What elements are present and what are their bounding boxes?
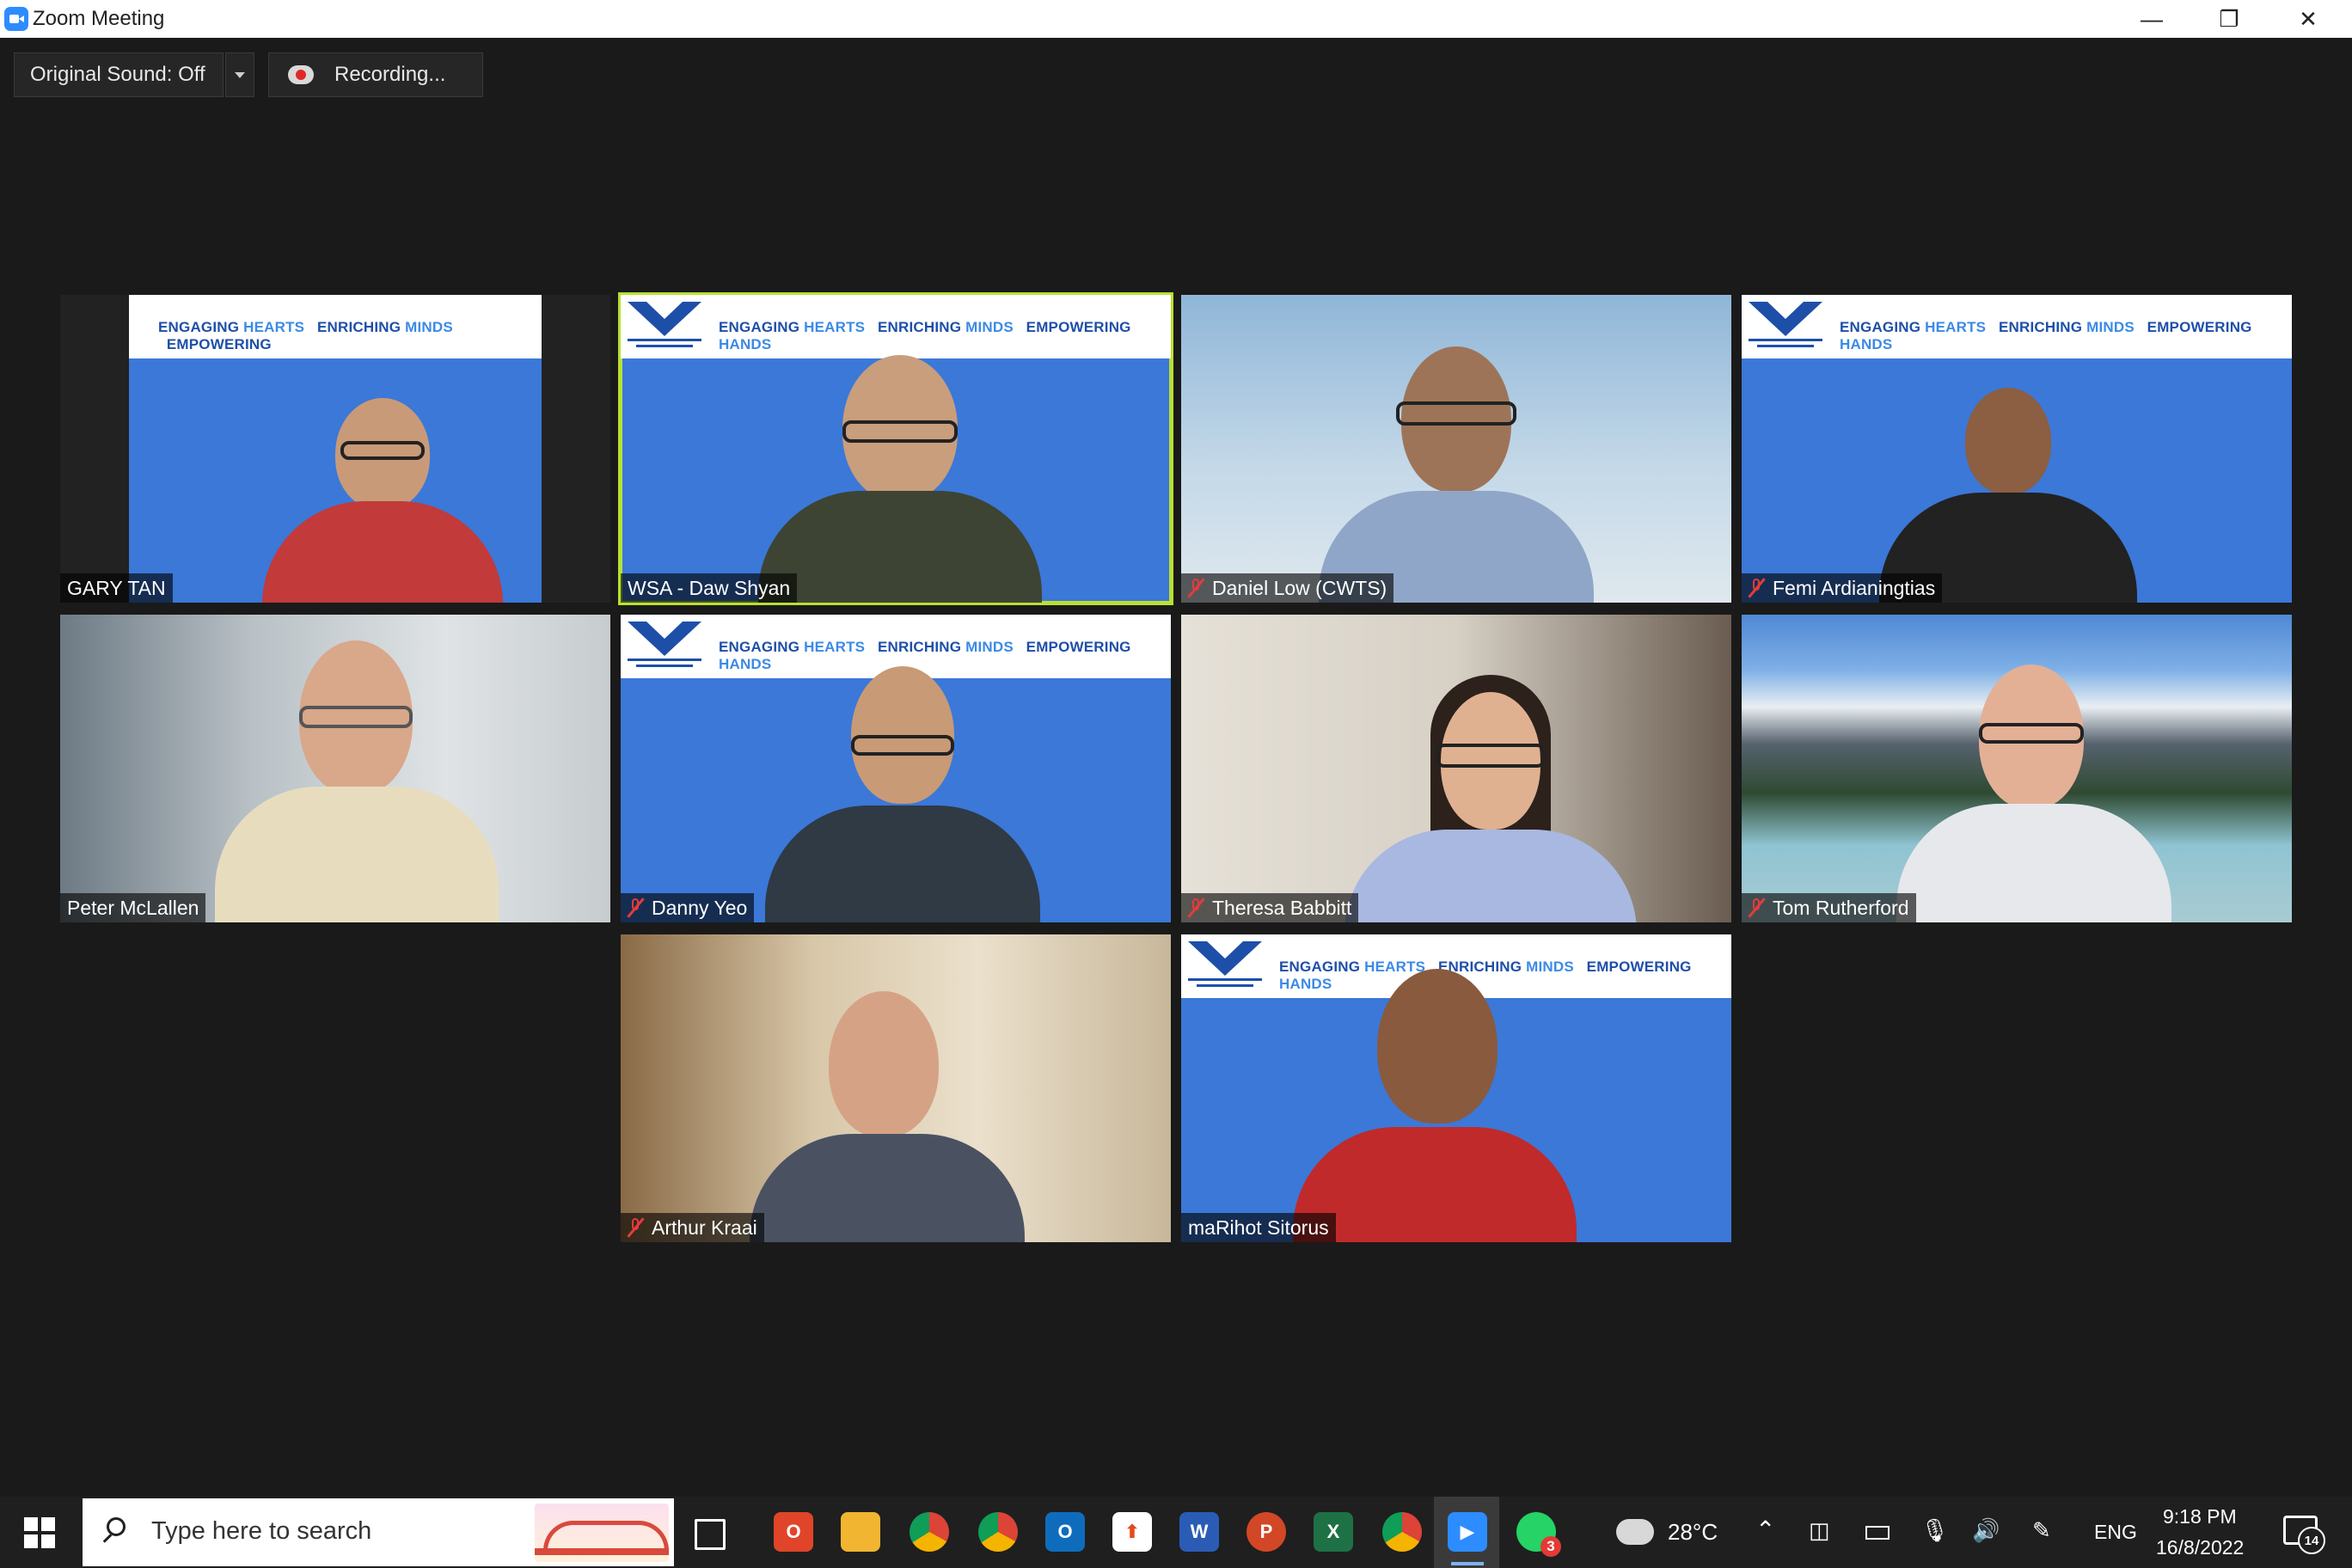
clock-date[interactable]: 16/8/2022 [2156, 1536, 2244, 1559]
microphone-icon[interactable]: 🎙 [1920, 1517, 1949, 1544]
pen-icon[interactable]: ✎ [2032, 1517, 2051, 1544]
search-icon [107, 1517, 126, 1536]
glasses [340, 441, 425, 460]
show-hidden-icons-chevron-icon[interactable]: ⌃ [1755, 1516, 1775, 1544]
video-tile-daniel-low[interactable]: Daniel Low (CWTS) [1181, 295, 1731, 603]
chrome-profile-icon[interactable] [1382, 1512, 1422, 1552]
weather-temperature[interactable]: 28°C [1668, 1519, 1718, 1546]
microphone-muted-icon [1188, 578, 1204, 598]
action-center-icon[interactable]: 14 [2283, 1516, 2325, 1554]
language-indicator[interactable]: ENG [2094, 1521, 2137, 1544]
battery-icon[interactable] [1865, 1526, 1890, 1540]
weather-cloud-icon[interactable] [1616, 1519, 1654, 1545]
video-feed: ENGAGING HEARTS ENRICHING MINDS EMPOWERI… [129, 295, 542, 603]
word-icon[interactable]: W [1179, 1512, 1219, 1552]
participant-body [750, 1134, 1025, 1242]
participant-face [829, 991, 939, 1137]
outlook-icon[interactable]: O [1045, 1512, 1085, 1552]
microphone-muted-icon [628, 1217, 643, 1238]
participant-name-label: Femi Ardianingtias [1742, 573, 1943, 603]
academy-banner: ENGAGING HEARTS ENRICHING MINDS EMPOWERI… [621, 295, 1171, 358]
glasses [851, 735, 954, 756]
window-title: Zoom Meeting [33, 7, 165, 30]
participant-name-label: maRihot Sitorus [1181, 1213, 1336, 1242]
glasses [1979, 723, 2084, 744]
participant-body [758, 491, 1042, 603]
microphone-muted-icon [1749, 897, 1764, 918]
video-tile-danny-yeo[interactable]: ENGAGING HEARTS ENRICHING MINDS EMPOWERI… [621, 615, 1171, 922]
microphone-muted-icon [628, 897, 643, 918]
original-sound-button[interactable]: Original Sound: Off [14, 52, 224, 97]
participant-body [215, 787, 499, 922]
participant-name-label: Theresa Babbitt [1181, 893, 1359, 922]
search-placeholder: Type here to search [151, 1517, 372, 1545]
pdf-reader-icon[interactable]: ⬆ [1112, 1512, 1152, 1552]
chrome-icon[interactable] [978, 1512, 1018, 1552]
minimize-button[interactable]: — [2113, 0, 2190, 38]
meet-now-icon[interactable]: ◫ [1809, 1517, 1830, 1544]
participant-face [1377, 969, 1498, 1124]
video-tile-arthur-kraai[interactable]: Arthur Kraai [621, 934, 1171, 1242]
clock-time[interactable]: 9:18 PM [2163, 1505, 2237, 1528]
file-explorer-icon[interactable] [841, 1512, 880, 1552]
participant-body [1344, 830, 1637, 922]
video-tile-marihot-sitorus[interactable]: ENGAGING HEARTS ENRICHING MINDS EMPOWERI… [1181, 934, 1731, 1242]
office-icon[interactable]: O [774, 1512, 813, 1552]
participant-face [1965, 388, 2051, 494]
video-tile-tom-rutherford[interactable]: Tom Rutherford [1742, 615, 2292, 922]
notification-count-badge: 14 [2298, 1527, 2325, 1554]
glasses [1436, 744, 1546, 768]
academy-logo [628, 302, 701, 350]
participant-name-label: GARY TAN [60, 573, 173, 603]
participant-body [1896, 804, 2171, 922]
recording-indicator[interactable]: Recording... [268, 52, 483, 97]
video-tile-theresa-babbitt[interactable]: Theresa Babbitt [1181, 615, 1731, 922]
original-sound-dropdown[interactable] [225, 52, 254, 97]
windows-taskbar: Type here to search O O ⬆ W P X ▶ 3 28°C… [0, 1497, 2352, 1568]
microphone-muted-icon [1749, 578, 1764, 598]
powerpoint-icon[interactable]: P [1246, 1512, 1286, 1552]
task-view-icon[interactable] [695, 1519, 726, 1550]
participant-name-label: Daniel Low (CWTS) [1181, 573, 1394, 603]
academy-banner: ENGAGING HEARTS ENRICHING MINDS EMPOWERI… [1742, 295, 2292, 358]
participant-body [262, 501, 503, 603]
whatsapp-icon[interactable]: 3 [1516, 1512, 1561, 1557]
excel-icon[interactable]: X [1314, 1512, 1353, 1552]
window-title-bar: Zoom Meeting — ❐ ✕ [0, 0, 2352, 38]
glasses [299, 706, 413, 728]
zoom-taskbar-icon[interactable]: ▶ [1448, 1512, 1487, 1565]
glasses [1396, 401, 1516, 426]
participant-name-label: Danny Yeo [621, 893, 755, 922]
participant-name-label: Arthur Kraai [621, 1213, 764, 1242]
zoom-app-icon [4, 7, 28, 31]
windows-start-button[interactable] [24, 1517, 55, 1548]
academy-banner: ENGAGING HEARTS ENRICHING MINDS EMPOWERI… [129, 295, 542, 358]
chrome-app-icon[interactable] [910, 1512, 949, 1552]
participant-name-label: WSA - Daw Shyan [621, 573, 798, 603]
academy-logo [1749, 302, 1822, 350]
video-tile-femi-ardianingtias[interactable]: ENGAGING HEARTS ENRICHING MINDS EMPOWERI… [1742, 295, 2292, 603]
video-tile-daw-shyan[interactable]: ENGAGING HEARTS ENRICHING MINDS EMPOWERI… [618, 292, 1173, 605]
recording-label: Recording... [334, 63, 446, 86]
video-tile-peter-mclallen[interactable]: Peter McLallen [60, 615, 610, 922]
close-button[interactable]: ✕ [2269, 0, 2347, 38]
academy-logo [1188, 941, 1262, 989]
participant-name-label: Tom Rutherford [1742, 893, 1916, 922]
cloud-record-icon [288, 65, 314, 84]
volume-icon[interactable]: 🔊 [1972, 1517, 2000, 1544]
search-highlight-art [535, 1504, 669, 1562]
microphone-muted-icon [1188, 897, 1204, 918]
participant-name-label: Peter McLallen [60, 893, 206, 922]
video-tile-gary-tan[interactable]: ENGAGING HEARTS ENRICHING MINDS EMPOWERI… [60, 295, 610, 603]
academy-logo [628, 622, 701, 670]
glasses [842, 420, 958, 443]
restore-button[interactable]: ❐ [2190, 0, 2268, 38]
taskbar-search-box[interactable]: Type here to search [83, 1498, 674, 1566]
whatsapp-badge: 3 [1540, 1536, 1561, 1557]
original-sound-label: Original Sound: Off [30, 63, 205, 86]
participant-body [765, 805, 1040, 922]
